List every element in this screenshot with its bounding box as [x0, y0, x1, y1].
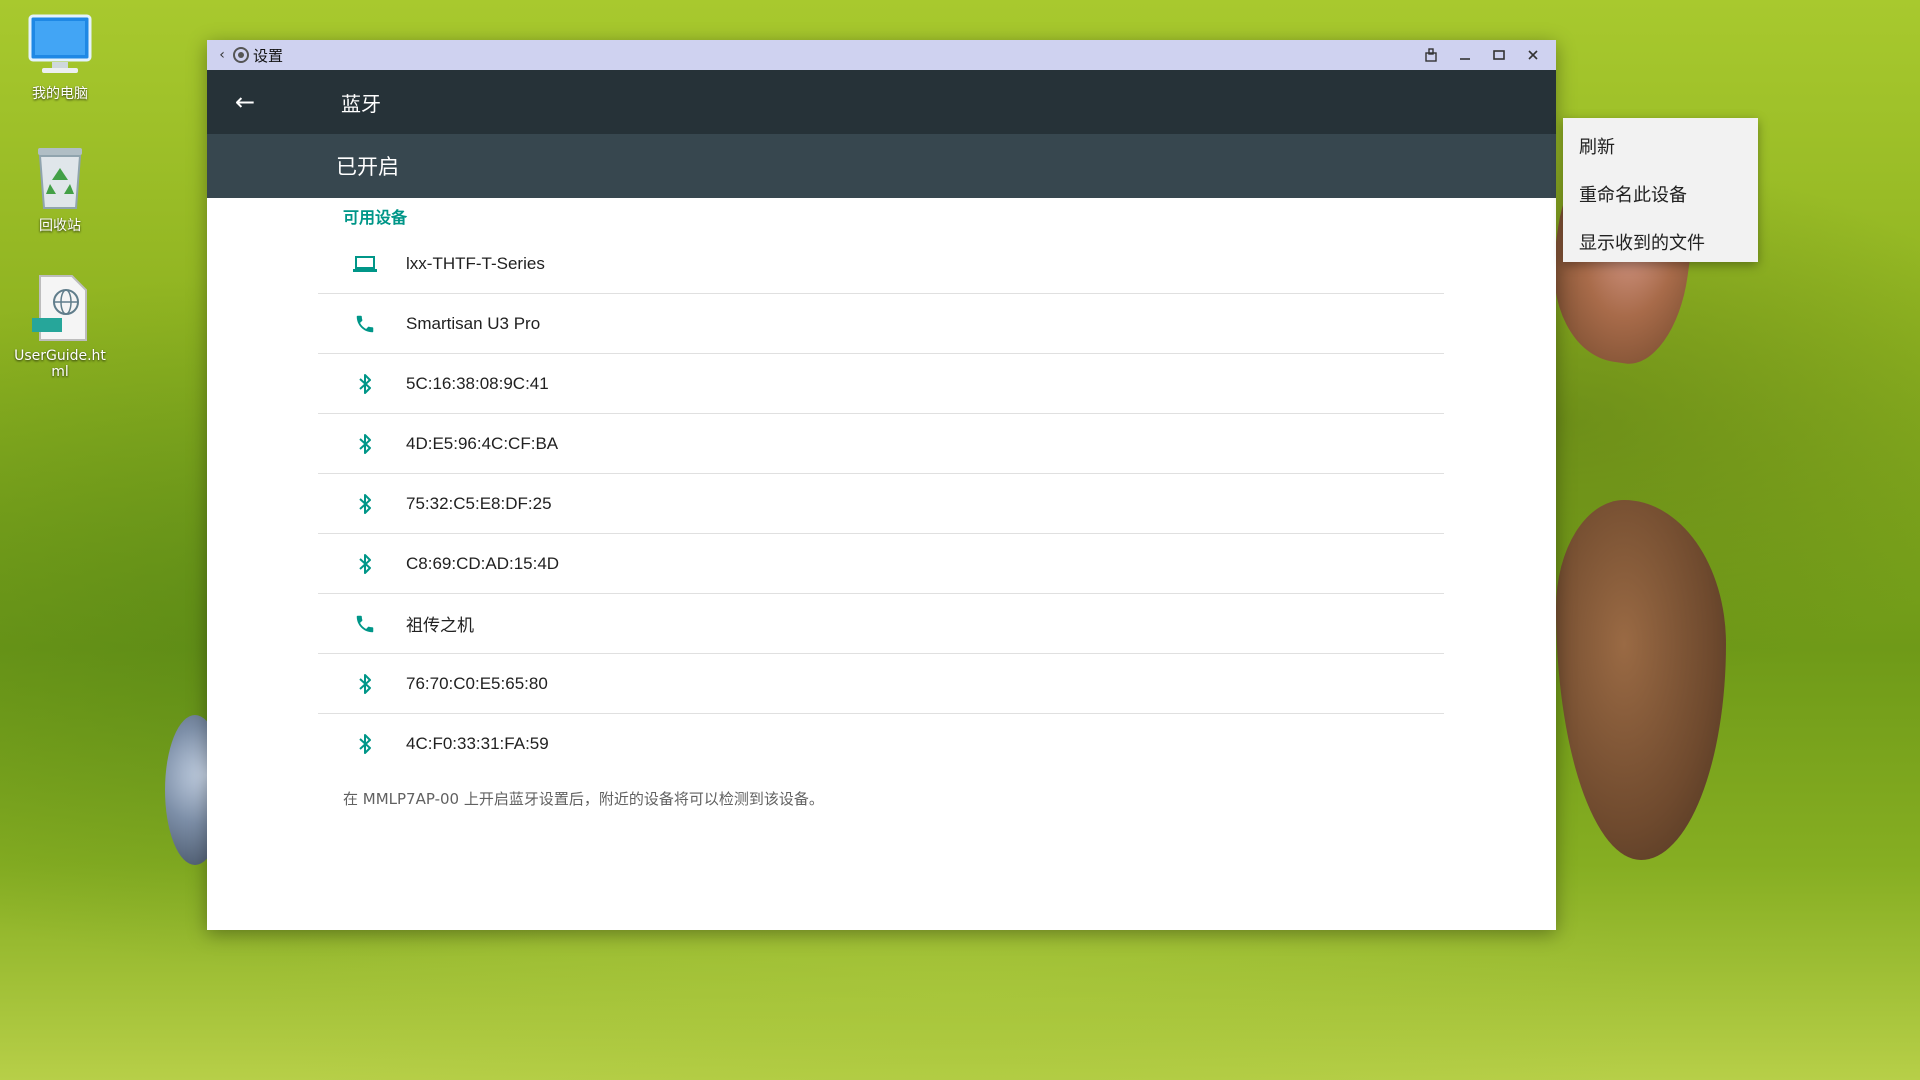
device-name: C8:69:CD:AD:15:4D [406, 553, 560, 573]
phone-icon [348, 313, 382, 335]
desktop-icon-userguide[interactable]: UserGuide.html [14, 274, 106, 380]
settings-window: ‹ 设置 ← 蓝牙 已开启 可用设备 lxx-THTF-T-Series Sma… [207, 40, 1758, 930]
desktop-icon-label: 回收站 [39, 218, 81, 234]
window-titlebar[interactable]: ‹ 设置 [207, 40, 1556, 70]
section-header-available-devices: 可用设备 [343, 208, 408, 227]
bluetooth-icon [348, 493, 382, 515]
device-row[interactable]: Smartisan U3 Pro [318, 294, 1444, 354]
bluetooth-switch-bar[interactable]: 已开启 [207, 134, 1556, 198]
desktop-icon-recycle-bin[interactable]: 回收站 [14, 144, 106, 234]
back-arrow-icon[interactable]: ← [213, 88, 277, 116]
device-row[interactable]: 4C:F0:33:31:FA:59 [318, 714, 1444, 774]
visibility-note: 在 MMLP7AP-00 上开启蓝牙设置后，附近的设备将可以检测到该设备。 [343, 790, 824, 808]
bluetooth-content: 可用设备 lxx-THTF-T-Series Smartisan U3 Pro … [207, 198, 1556, 809]
device-row[interactable]: C8:69:CD:AD:15:4D [318, 534, 1444, 594]
maximize-icon[interactable] [1482, 40, 1516, 70]
close-icon[interactable] [1516, 40, 1550, 70]
phone-icon [348, 613, 382, 635]
overflow-menu: 刷新 重命名此设备 显示收到的文件 [1563, 118, 1758, 262]
menu-item-refresh[interactable]: 刷新 [1563, 122, 1758, 170]
minimize-icon[interactable] [1448, 40, 1482, 70]
device-name: 4C:F0:33:31:FA:59 [406, 734, 549, 753]
gear-icon [233, 47, 249, 63]
page-title: 蓝牙 [341, 91, 381, 116]
device-name: 祖传之机 [406, 616, 474, 635]
window-title: 设置 [253, 46, 284, 65]
device-name: lxx-THTF-T-Series [406, 253, 545, 273]
computer-icon [28, 14, 92, 73]
desktop-icon-label: UserGuide.html [14, 348, 106, 380]
bluetooth-status-label: 已开启 [336, 155, 399, 179]
device-row[interactable]: lxx-THTF-T-Series [318, 234, 1444, 294]
device-list: lxx-THTF-T-Series Smartisan U3 Pro 5C:16… [318, 234, 1444, 774]
bluetooth-icon [348, 733, 382, 755]
device-name: 76:70:C0:E5:65:80 [406, 673, 548, 693]
bluetooth-icon [348, 673, 382, 695]
device-name: 4D:E5:96:4C:CF:BA [406, 433, 559, 453]
device-name: Smartisan U3 Pro [406, 313, 541, 333]
desktop-icon-label: 我的电脑 [32, 86, 88, 102]
menu-item-rename-device[interactable]: 重命名此设备 [1563, 170, 1758, 218]
laptop-icon [348, 254, 382, 274]
pin-icon[interactable] [1414, 40, 1448, 70]
device-row[interactable]: 5C:16:38:08:9C:41 [318, 354, 1444, 414]
recycle-bin-icon [38, 148, 82, 209]
bluetooth-icon [348, 553, 382, 575]
bluetooth-icon [348, 373, 382, 395]
window-controls [1414, 40, 1550, 70]
device-row[interactable]: 76:70:C0:E5:65:80 [318, 654, 1444, 714]
titlebar-back-icon[interactable]: ‹ [211, 47, 233, 63]
html-file-icon [32, 275, 87, 341]
device-name: 5C:16:38:08:9C:41 [406, 373, 549, 393]
device-row[interactable]: 4D:E5:96:4C:CF:BA [318, 414, 1444, 474]
device-row[interactable]: 祖传之机 [318, 594, 1444, 654]
app-bar: ← 蓝牙 [207, 70, 1556, 134]
bluetooth-icon [348, 433, 382, 455]
menu-item-show-received-files[interactable]: 显示收到的文件 [1563, 218, 1758, 266]
desktop-icon-my-computer[interactable]: 我的电脑 [14, 12, 106, 102]
device-row[interactable]: 75:32:C5:E8:DF:25 [318, 474, 1444, 534]
device-name: 75:32:C5:E8:DF:25 [406, 493, 552, 513]
wallpaper-rabbit-body [1556, 500, 1726, 860]
